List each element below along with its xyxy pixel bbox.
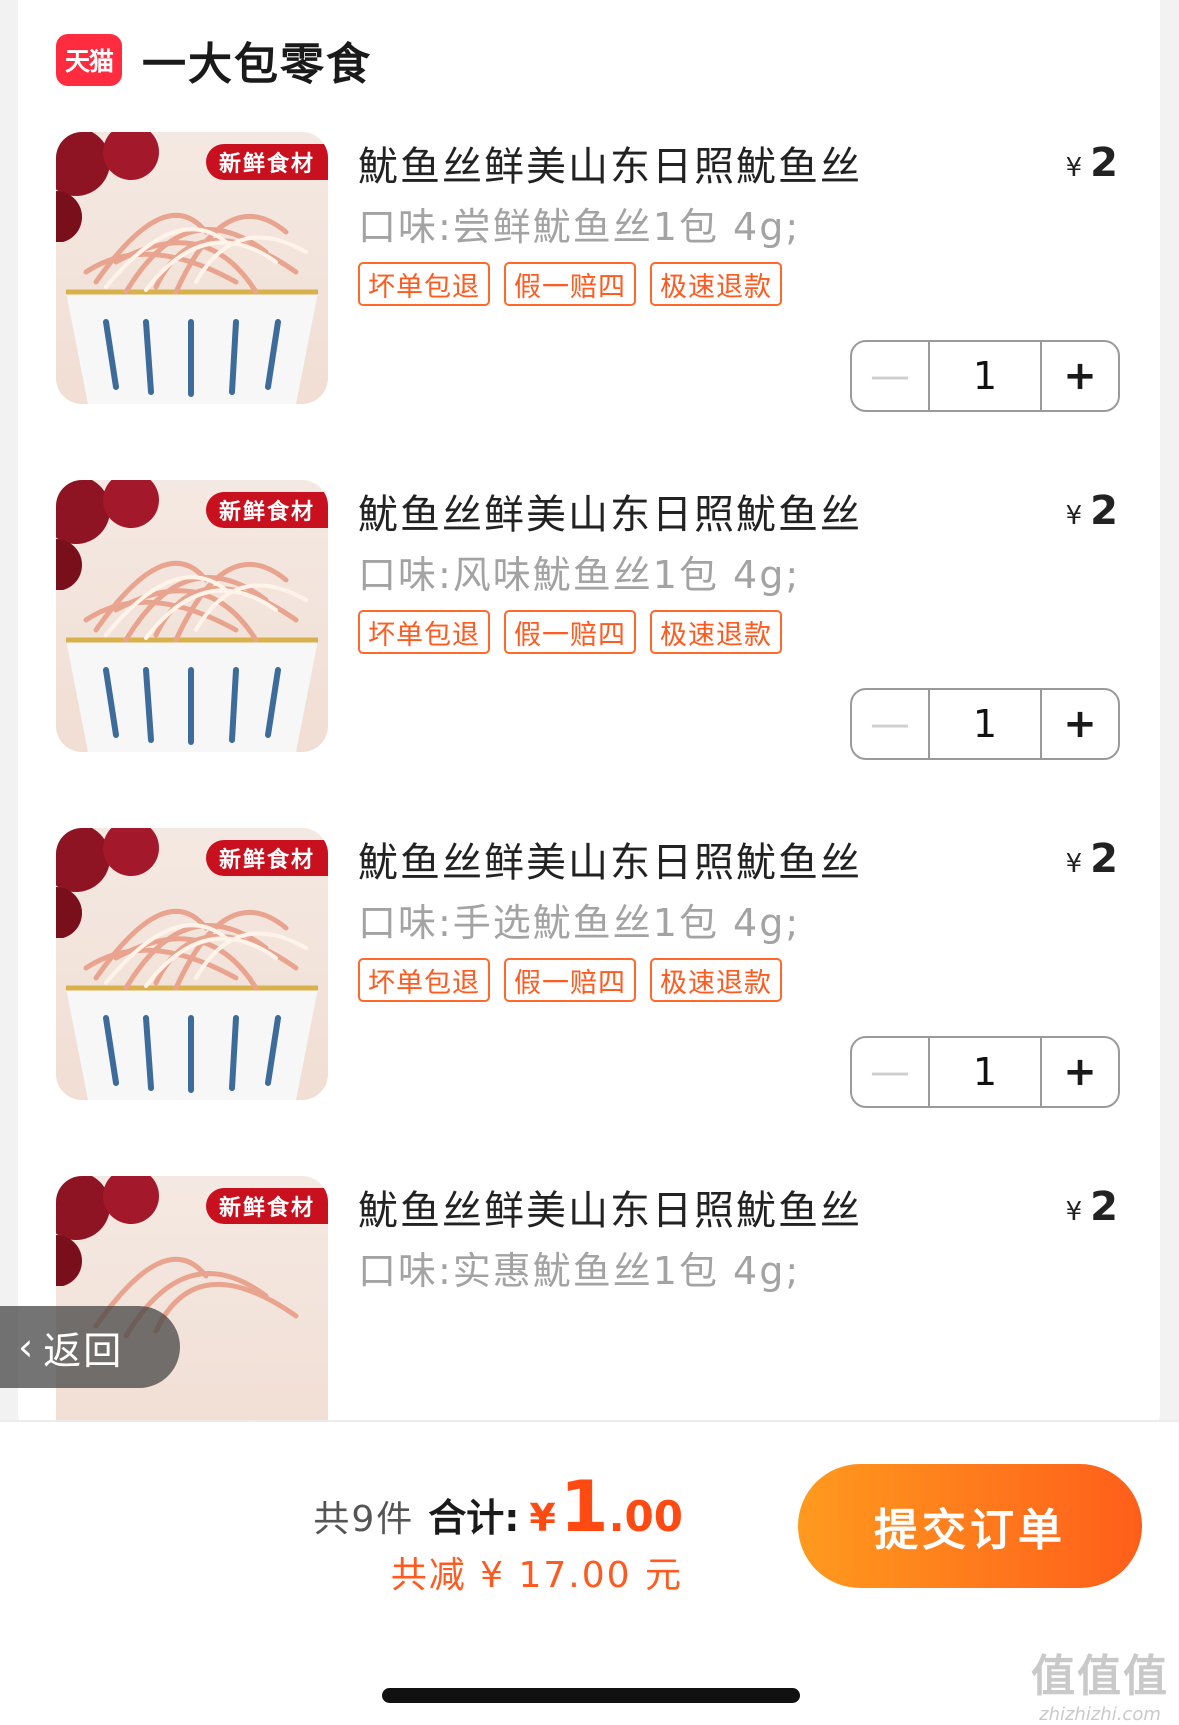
quantity-value[interactable]: 1 — [930, 342, 1040, 410]
price-value: 2 — [1090, 488, 1118, 534]
product-spec[interactable]: 口味:风味魷鱼丝1包 4g; — [358, 544, 800, 599]
squid-bowl-image — [66, 560, 318, 752]
product-title[interactable]: 魷鱼丝鲜美山东日照魷鱼丝 — [358, 482, 862, 540]
service-tag: 假一赔四 — [504, 262, 636, 306]
product-image[interactable]: 新鲜食材 — [56, 828, 328, 1100]
squid-bowl-image — [66, 212, 318, 404]
product-image[interactable]: 新鲜食材 — [56, 480, 328, 752]
plus-icon[interactable]: + — [1040, 1038, 1118, 1106]
list-item[interactable]: 新鲜食材 魷鱼丝鲜美山东日照魷鱼丝 口味:实惠魷鱼丝1包 4g; ¥ 2 — [18, 1176, 1160, 1440]
minus-icon[interactable]: — — [852, 690, 930, 758]
service-tag: 坏单包退 — [358, 262, 490, 306]
total-currency: ¥ — [529, 1496, 556, 1540]
store-name[interactable]: 一大包零食 — [142, 28, 372, 92]
product-title[interactable]: 魷鱼丝鲜美山东日照魷鱼丝 — [358, 1178, 862, 1236]
service-tag: 坏单包退 — [358, 958, 490, 1002]
quantity-stepper: — 1 + — [850, 340, 1120, 412]
service-tag: 坏单包退 — [358, 610, 490, 654]
tmall-logo: 天猫 — [56, 34, 122, 86]
home-indicator[interactable] — [382, 1688, 800, 1703]
list-item[interactable]: 新鲜食材 魷鱼丝鲜美山东日照魷鱼丝 口味:手选魷鱼丝1包 4g; 坏单包退 假一… — [18, 828, 1160, 1128]
site-watermark: 值值值 zhizhizhi.com — [1031, 1640, 1169, 1725]
service-tags: 坏单包退 假一赔四 极速退款 — [358, 958, 782, 1002]
total-label: 合计: — [428, 1496, 520, 1540]
item-count: 共9件 — [313, 1499, 415, 1540]
list-item[interactable]: 新鲜食材 魷鱼丝鲜美山东日照魷鱼丝 口味:风味魷鱼丝1包 4g; 坏单包退 假一… — [18, 480, 1160, 780]
order-summary: 共9件 合计: ¥ 1 .00 — [313, 1466, 683, 1548]
back-button[interactable]: ‹ 返回 — [0, 1306, 180, 1388]
price-value: 2 — [1090, 836, 1118, 882]
service-tag: 极速退款 — [650, 262, 782, 306]
minus-icon[interactable]: — — [852, 1038, 930, 1106]
service-tags: 坏单包退 假一赔四 极速退款 — [358, 262, 782, 306]
product-spec[interactable]: 口味:手选魷鱼丝1包 4g; — [358, 892, 800, 947]
product-price: ¥ 2 — [1066, 1184, 1118, 1230]
product-title[interactable]: 魷鱼丝鲜美山东日照魷鱼丝 — [358, 830, 862, 888]
product-image[interactable]: 新鲜食材 — [56, 132, 328, 404]
order-card: 天猫 一大包零食 新鲜食材 魷鱼丝鲜美山东日照魷鱼丝 口味:尝鲜魷鱼丝1包 4g… — [18, 0, 1160, 1440]
quantity-stepper: — 1 + — [850, 1036, 1120, 1108]
service-tags: 坏单包退 假一赔四 极速退款 — [358, 610, 782, 654]
quantity-value[interactable]: 1 — [930, 1038, 1040, 1106]
product-price: ¥ 2 — [1066, 488, 1118, 534]
total-decimal: .00 — [608, 1492, 683, 1541]
price-value: 2 — [1090, 1184, 1118, 1230]
currency-symbol: ¥ — [1065, 849, 1083, 879]
currency-symbol: ¥ — [1065, 1197, 1083, 1227]
product-title[interactable]: 魷鱼丝鲜美山东日照魷鱼丝 — [358, 134, 862, 192]
discount-text[interactable]: 共减 ¥ 17.00 元 — [391, 1546, 683, 1598]
service-tag: 极速退款 — [650, 610, 782, 654]
checkout-bar: 共9件 合计: ¥ 1 .00 共减 ¥ 17.00 元 提交订单 — [0, 1420, 1179, 1725]
minus-icon[interactable]: — — [852, 342, 930, 410]
currency-symbol: ¥ — [1065, 501, 1083, 531]
total-integer: 1 — [559, 1466, 609, 1548]
price-value: 2 — [1090, 140, 1118, 186]
squid-bowl-image — [66, 908, 318, 1100]
submit-order-button[interactable]: 提交订单 — [798, 1464, 1142, 1588]
store-header: 天猫 一大包零食 — [56, 34, 372, 90]
plus-icon[interactable]: + — [1040, 690, 1118, 758]
quantity-value[interactable]: 1 — [930, 690, 1040, 758]
product-price: ¥ 2 — [1066, 140, 1118, 186]
plus-icon[interactable]: + — [1040, 342, 1118, 410]
currency-symbol: ¥ — [1065, 153, 1083, 183]
back-label: 返回 — [43, 1328, 124, 1373]
service-tag: 极速退款 — [650, 958, 782, 1002]
watermark-url: zhizhizhi.com — [1039, 1704, 1161, 1725]
watermark-logo: 值值值 — [1031, 1651, 1169, 1702]
product-spec[interactable]: 口味:实惠魷鱼丝1包 4g; — [358, 1240, 800, 1295]
product-spec[interactable]: 口味:尝鲜魷鱼丝1包 4g; — [358, 196, 800, 251]
product-price: ¥ 2 — [1066, 836, 1118, 882]
quantity-stepper: — 1 + — [850, 688, 1120, 760]
list-item[interactable]: 新鲜食材 魷鱼丝鲜美山东日照魷鱼丝 口味:尝鲜魷鱼丝1包 4g; 坏单包退 假一… — [18, 132, 1160, 432]
chevron-left-icon: ‹ — [18, 1325, 34, 1369]
service-tag: 假一赔四 — [504, 610, 636, 654]
service-tag: 假一赔四 — [504, 958, 636, 1002]
